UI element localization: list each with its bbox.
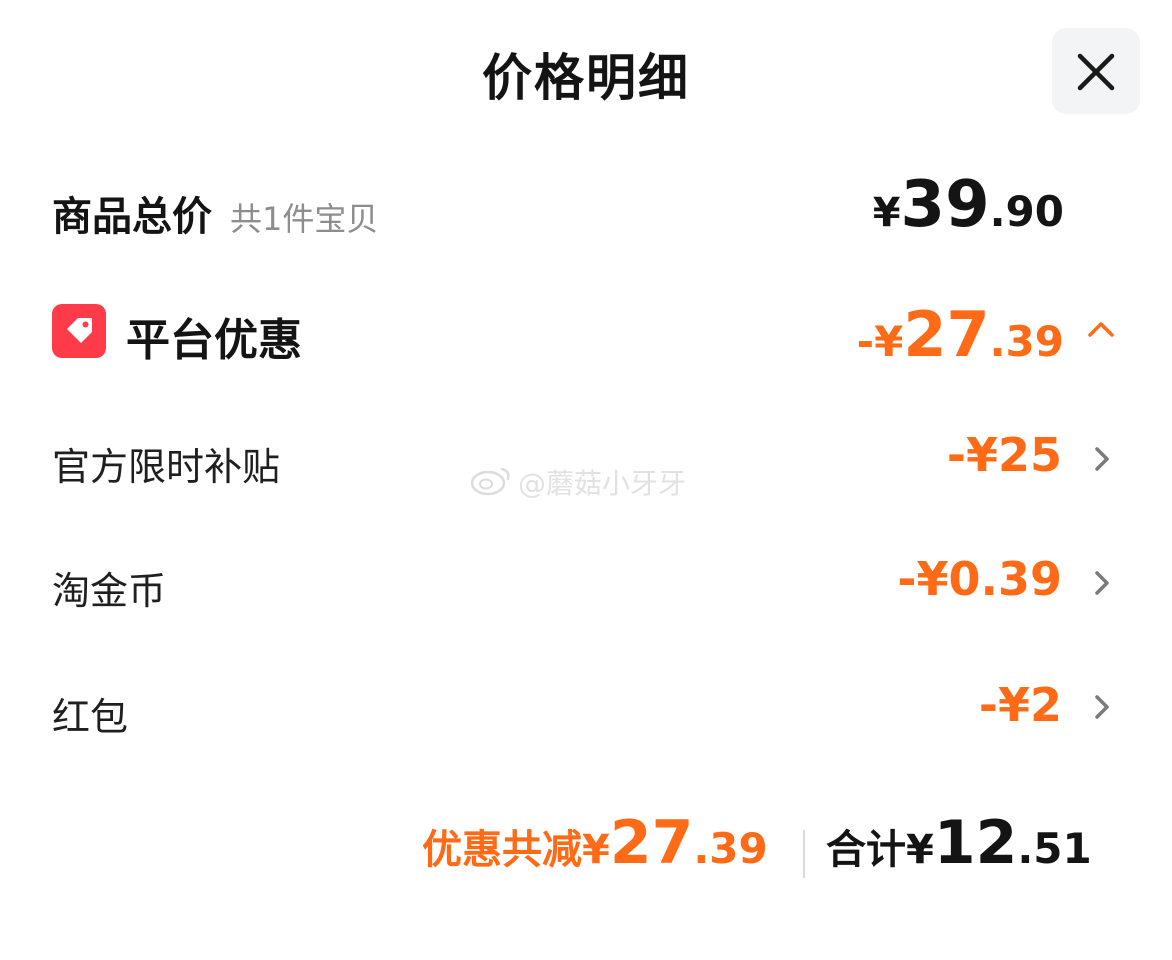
red-packet-label: 红包 [52,695,129,739]
subsidy-label: 官方限时补贴 [52,445,281,489]
goods-total-label: 商品总价 共1件宝贝 [52,184,378,242]
discount-integer: 27 [903,298,990,371]
page-title: 价格明细 [482,49,690,107]
footer-discount-integer: 27 [609,808,694,878]
footer-total-label: 合计¥ [826,827,934,873]
close-button[interactable] [1052,28,1140,114]
goods-count: 共1件宝贝 [230,200,379,238]
footer-discount: 优惠共减¥27.39 [422,808,768,878]
platform-discount-amount: -¥27.39 [857,298,1064,371]
discount-prefix: -¥ [856,317,904,366]
footer-discount-decimal: .39 [693,824,768,873]
chevron-right-icon [1095,571,1109,595]
close-icon [1077,53,1115,91]
taojinbi-label: 淘金币 [52,569,167,613]
discount-decimal: .39 [989,317,1064,366]
coupon-tag-icon [52,304,106,358]
chevron-up-icon[interactable] [1086,318,1116,340]
footer-total-decimal: .51 [1017,824,1092,873]
chevron-right-icon [1095,695,1109,719]
footer-total: 合计¥12.51 [826,808,1092,878]
weibo-icon [470,467,510,496]
currency-symbol: ¥ [872,190,901,236]
red-packet-amount: -¥2 [978,678,1062,732]
footer-total-integer: 12 [933,808,1018,878]
footer-discount-label: 优惠共减¥ [422,827,610,873]
chevron-right-icon [1095,447,1109,471]
price-integer: 39 [900,168,990,242]
footer-divider [803,830,805,878]
goods-total-price: ¥39.90 [873,168,1064,242]
goods-total-title: 商品总价 [52,194,212,240]
platform-discount-label: 平台优惠 [126,315,302,366]
subsidy-amount: -¥25 [946,428,1062,482]
watermark-text: @蘑菇小牙牙 [518,467,687,500]
price-decimal: .90 [989,187,1064,236]
taojinbi-amount: -¥0.39 [897,552,1062,606]
